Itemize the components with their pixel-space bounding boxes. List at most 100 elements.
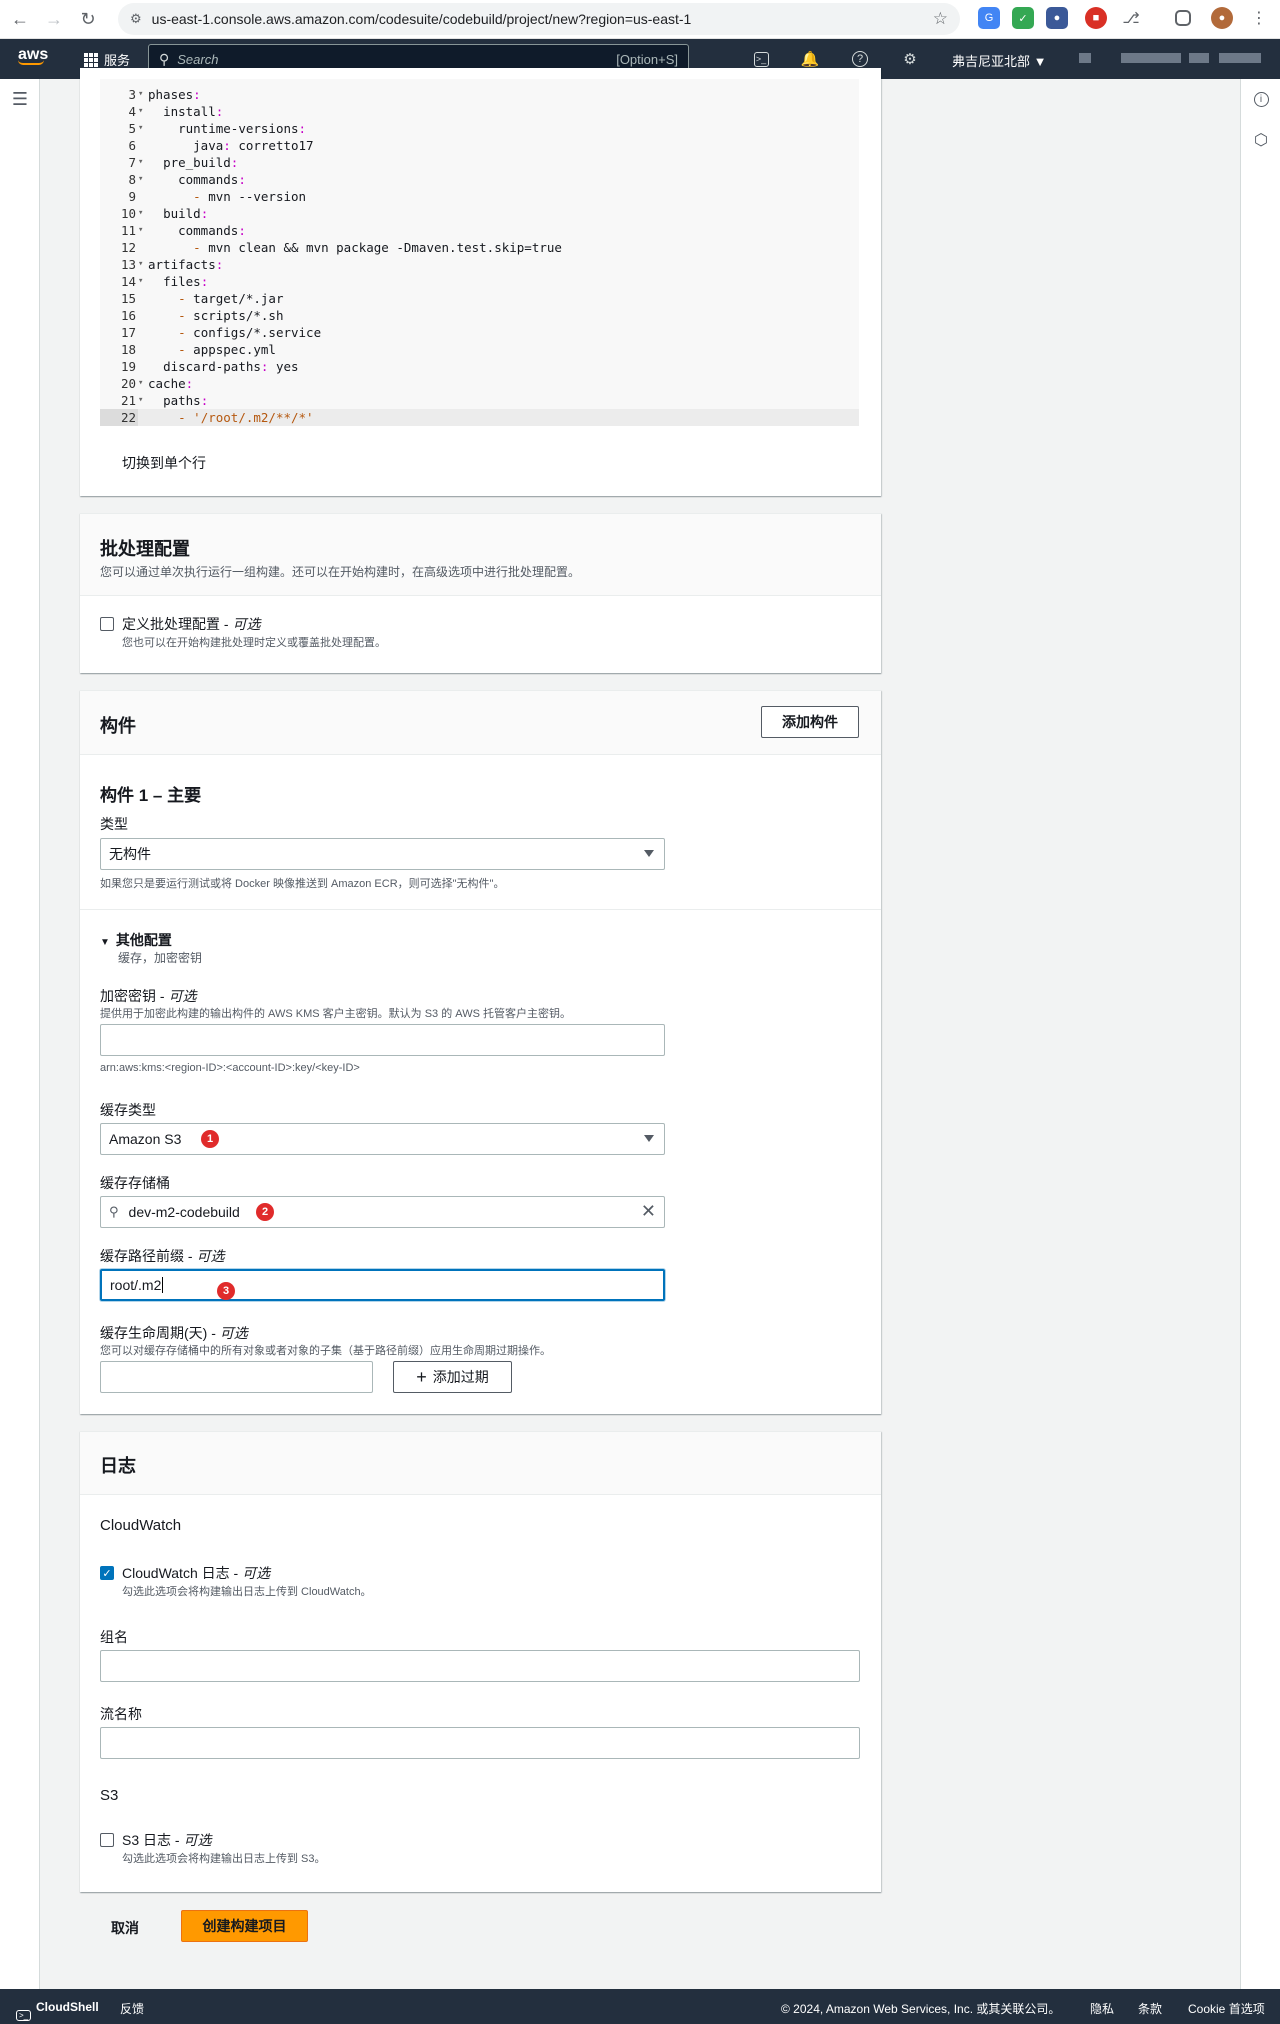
browser-menu-icon[interactable]: ⋮ [1248, 7, 1270, 29]
back-arrow-icon[interactable]: ← [6, 5, 34, 33]
profile-avatar[interactable]: ● [1211, 7, 1233, 29]
code-line[interactable]: 12 - mvn clean && mvn package -Dmaven.te… [100, 239, 859, 256]
code-text: - target/*.jar [178, 291, 284, 306]
info-icon[interactable]: i [1251, 89, 1271, 109]
code-line[interactable]: 21 ▾ paths: [100, 392, 859, 409]
cloudshell-icon[interactable]: >_ [751, 49, 771, 69]
switch-single-line-link[interactable]: 切换到单个行 [122, 453, 206, 473]
add-artifact-button[interactable]: 添加构件 [761, 706, 859, 738]
stream-name-input[interactable] [100, 1727, 860, 1759]
privacy-link[interactable]: 隐私 [1090, 2000, 1114, 2017]
notifications-bell-icon[interactable]: 🔔 [800, 49, 820, 69]
kms-key-input[interactable] [100, 1024, 665, 1056]
region-selector[interactable]: 弗吉尼亚北部 ▼ [952, 51, 1046, 70]
cache-prefix-input[interactable]: root/.m2 [100, 1269, 665, 1301]
add-expiry-button[interactable]: + 添加过期 [393, 1361, 512, 1393]
code-text: - scripts/*.sh [178, 308, 284, 323]
clear-x-icon[interactable]: ✕ [641, 1201, 656, 1222]
hexagon-icon[interactable]: ⬡ [1251, 130, 1271, 150]
fold-caret-icon[interactable]: ▾ [138, 205, 148, 222]
account-name-blurred[interactable] [1121, 53, 1181, 63]
buildspec-editor[interactable]: 3 ▾ phases: 4 ▾ install: 5 ▾ runtime-versions:… [100, 79, 859, 426]
line-number: 11 [120, 223, 136, 238]
translate-extension-icon[interactable]: G [978, 7, 1000, 29]
line-number: 13 [120, 257, 136, 272]
code-line[interactable]: 10 ▾ build: [100, 205, 859, 222]
settings-gear-icon[interactable]: ⚙ [900, 49, 920, 69]
terms-link[interactable]: 条款 [1138, 2000, 1162, 2017]
code-line[interactable]: 9 - mvn --version [100, 188, 859, 205]
code-line[interactable]: 15 - target/*.jar [100, 290, 859, 307]
code-line[interactable]: 4 ▾ install: [100, 103, 859, 120]
shield-extension-icon[interactable]: ✓ [1012, 7, 1034, 29]
line-number: 21 [120, 393, 136, 408]
bookmark-star-icon[interactable]: ☆ [933, 9, 948, 29]
s3-heading: S3 [100, 1787, 119, 1804]
code-line[interactable]: 14 ▾ files: [100, 273, 859, 290]
fold-caret-icon[interactable]: ▾ [138, 375, 148, 392]
grid-icon [84, 52, 98, 67]
code-text: java: corretto17 [193, 138, 314, 153]
hamburger-menu-icon[interactable]: ☰ [10, 89, 30, 109]
feedback-link[interactable]: 反馈 [120, 2000, 144, 2017]
code-line[interactable]: 8 ▾ commands: [100, 171, 859, 188]
create-project-button[interactable]: 创建构建项目 [181, 1910, 308, 1942]
code-line[interactable]: 16 - scripts/*.sh [100, 307, 859, 324]
code-line[interactable]: 5 ▾ runtime-versions: [100, 120, 859, 137]
code-line[interactable]: 22 - '/root/.m2/**/*' [100, 409, 859, 426]
code-text: phases: [148, 87, 201, 102]
code-line[interactable]: 6 java: corretto17 [100, 137, 859, 154]
fold-caret-icon[interactable]: ▾ [138, 256, 148, 273]
group-name-input[interactable] [100, 1650, 860, 1682]
fold-caret-icon[interactable]: ▾ [138, 120, 148, 137]
code-line[interactable]: 20 ▾ cache: [100, 375, 859, 392]
cache-bucket-input[interactable]: ⚲ dev-m2-codebuild ✕ [100, 1196, 665, 1228]
address-bar[interactable]: ⚙ us-east-1.console.aws.amazon.com/codes… [118, 3, 960, 35]
reload-icon[interactable]: ↻ [74, 5, 102, 33]
services-menu[interactable]: 服务 [84, 50, 130, 69]
fold-caret-icon[interactable]: ▾ [138, 103, 148, 120]
kms-key-format-hint: arn:aws:kms:<region-ID>:<account-ID>:key… [100, 1062, 360, 1074]
cancel-button[interactable]: 取消 [111, 1918, 139, 1938]
line-number: 16 [120, 308, 136, 323]
side-panel-icon[interactable] [1175, 10, 1191, 26]
help-icon[interactable]: ? [850, 49, 870, 69]
line-number: 5 [128, 121, 136, 136]
extension-icon[interactable]: ● [1046, 7, 1068, 29]
define-batch-help: 您也可以在开始构建批处理时定义或覆盖批处理配置。 [122, 637, 386, 649]
fold-caret-icon[interactable]: ▾ [138, 222, 148, 239]
cloudwatch-logs-checkbox[interactable]: ✓ [100, 1566, 114, 1580]
fold-caret-icon[interactable]: ▾ [138, 171, 148, 188]
s3-logs-checkbox[interactable] [100, 1833, 114, 1847]
account-menu-blurred[interactable] [1079, 53, 1091, 63]
code-line[interactable]: 17 - configs/*.service [100, 324, 859, 341]
forward-arrow-icon[interactable]: → [40, 5, 68, 33]
logs-title: 日志 [100, 1456, 136, 1476]
cache-prefix-value: root/.m2 [110, 1277, 162, 1293]
cookie-preferences-link[interactable]: Cookie 首选项 [1188, 2000, 1265, 2017]
aws-logo[interactable]: aws [18, 46, 48, 65]
other-config-toggle[interactable]: ▼ 其他配置 [100, 930, 172, 950]
fold-caret-icon[interactable]: ▾ [138, 273, 148, 290]
code-text: runtime-versions: [178, 121, 307, 136]
cloudshell-link[interactable]: CloudShell [36, 2000, 99, 2014]
fold-caret-icon[interactable]: ▾ [138, 392, 148, 409]
cache-lifecycle-input[interactable] [100, 1361, 373, 1393]
artifact-type-select[interactable]: 无构件 [100, 838, 665, 870]
fold-caret-icon[interactable]: ▾ [138, 86, 148, 103]
puzzle-extensions-icon[interactable]: ⎇ [1120, 7, 1142, 29]
code-line[interactable]: 7 ▾ pre_build: [100, 154, 859, 171]
code-text: discard-paths: yes [163, 359, 299, 374]
code-line[interactable]: 11 ▾ commands: [100, 222, 859, 239]
code-line[interactable]: 3 ▾ phases: [100, 86, 859, 103]
site-info-icon[interactable]: ⚙ [130, 11, 142, 27]
fold-caret-icon[interactable]: ▾ [138, 154, 148, 171]
cache-type-select[interactable]: Amazon S3 [100, 1123, 665, 1155]
code-line[interactable]: 13 ▾ artifacts: [100, 256, 859, 273]
stop-extension-icon[interactable]: ■ [1085, 7, 1107, 29]
code-line[interactable]: 18 - appspec.yml [100, 341, 859, 358]
define-batch-checkbox[interactable] [100, 617, 114, 631]
code-line[interactable]: 19 discard-paths: yes [100, 358, 859, 375]
code-text: files: [163, 274, 209, 289]
